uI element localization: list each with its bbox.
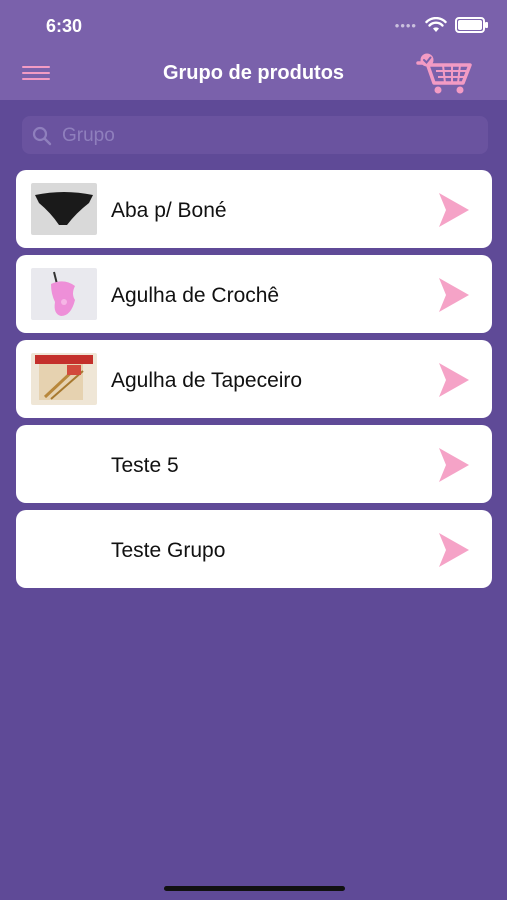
search-icon <box>32 126 52 146</box>
search-input[interactable] <box>60 120 484 152</box>
search-bar[interactable] <box>22 116 488 154</box>
needle-pack-thumbnail <box>31 353 97 405</box>
status-icons: •••• <box>394 17 488 33</box>
list-item[interactable]: Agulha de Crochê <box>16 255 492 333</box>
status-time: 6:30 <box>46 16 83 36</box>
list-item[interactable]: Teste Grupo <box>16 510 492 588</box>
signal-icon: •••• <box>394 17 417 33</box>
list-item[interactable]: Agulha de Tapeceiro <box>16 340 492 418</box>
list-item[interactable]: Aba p/ Boné <box>16 170 492 248</box>
list-item-label: Teste 5 <box>111 454 179 477</box>
wifi-icon <box>425 17 447 32</box>
shopping-cart-icon <box>416 53 472 94</box>
chevron-right-icon <box>439 533 469 567</box>
cart-button[interactable] <box>414 51 478 95</box>
battery-icon <box>455 17 488 33</box>
list-item-label: Aba p/ Boné <box>111 199 227 222</box>
list-item-label: Agulha de Tapeceiro <box>111 369 303 392</box>
list-item[interactable]: Teste 5 <box>16 425 492 503</box>
group-list: Aba p/ Boné Agulha de Crochê Agulha de T… <box>16 170 492 595</box>
list-item-label: Agulha de Crochê <box>111 284 280 307</box>
crochet-hook-thumbnail <box>31 268 97 320</box>
home-indicator[interactable] <box>164 886 345 891</box>
chevron-right-icon <box>439 363 469 397</box>
chevron-right-icon <box>439 448 469 482</box>
list-item-label: Teste Grupo <box>111 539 226 562</box>
chevron-right-icon <box>439 278 469 312</box>
visor-thumbnail <box>31 183 97 235</box>
app-header: 6:30 •••• Grupo de produtos <box>0 0 507 100</box>
chevron-right-icon <box>439 193 469 227</box>
